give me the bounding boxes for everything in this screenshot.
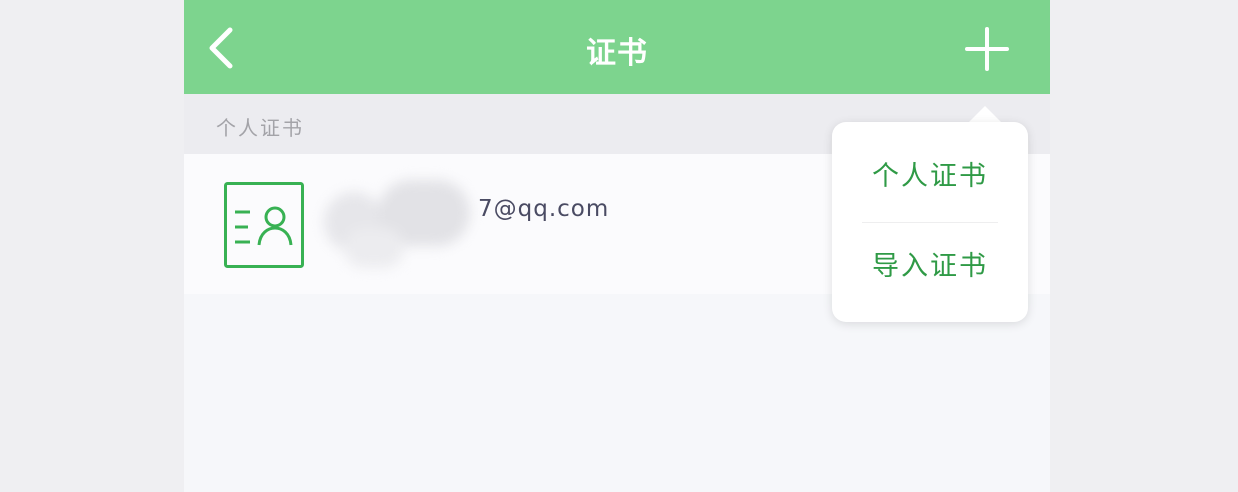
popover-arrow: [968, 106, 1002, 123]
navigation-bar: 证书: [184, 0, 1050, 94]
plus-icon: [965, 27, 1009, 71]
add-certificate-button[interactable]: [962, 24, 1012, 74]
screenshot-canvas: 证书 个人证书 7@qq.com 个人证书 导入证书: [0, 0, 1238, 492]
certificate-email: 7@qq.com: [478, 196, 610, 222]
menu-item-import-certificate[interactable]: 导入证书: [832, 222, 1028, 312]
email-redaction: [324, 180, 474, 270]
menu-item-personal-certificate[interactable]: 个人证书: [832, 132, 1028, 222]
page-title: 证书: [586, 36, 648, 71]
section-label: 个人证书: [216, 116, 304, 140]
add-menu-popover: 个人证书 导入证书: [832, 122, 1028, 322]
id-card-icon: [224, 182, 304, 268]
